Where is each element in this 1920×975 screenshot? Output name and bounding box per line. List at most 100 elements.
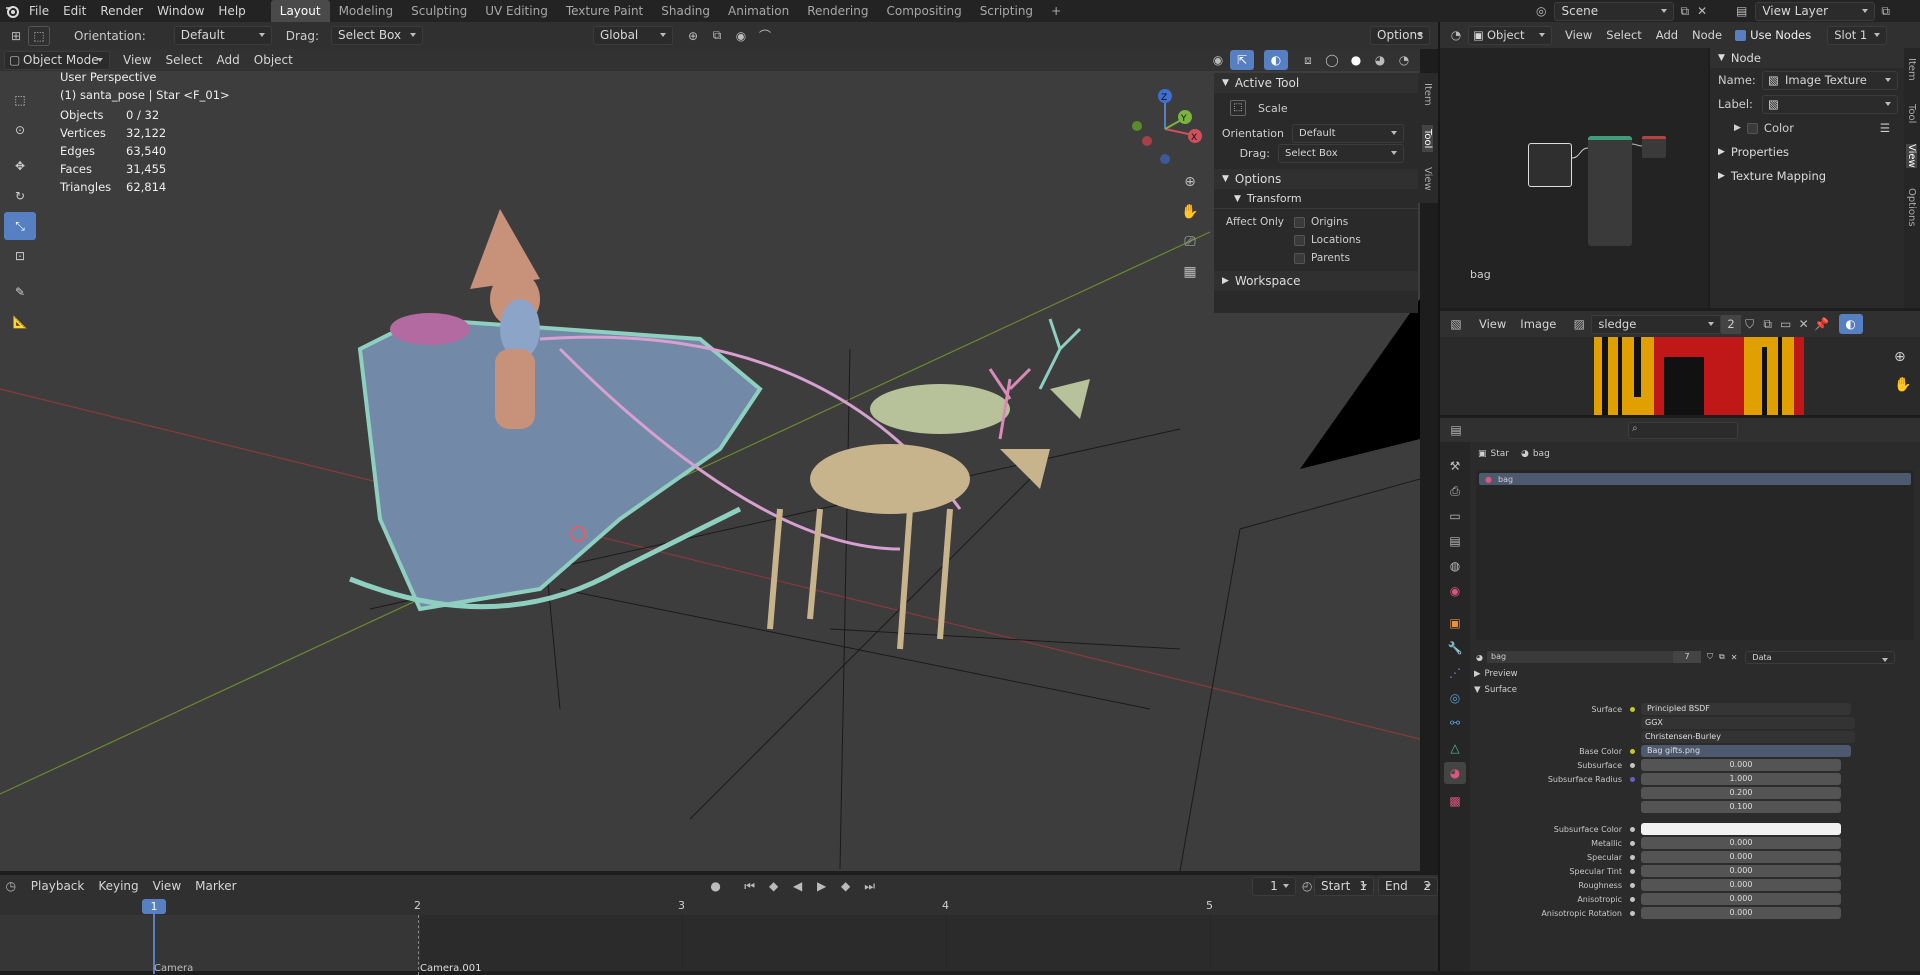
node-canvas[interactable]: bag	[1440, 48, 1708, 308]
tab-shading[interactable]: Shading	[652, 0, 719, 22]
rendered-shading-icon[interactable]: ◔	[1392, 50, 1416, 70]
socket-icon[interactable]	[1630, 826, 1635, 832]
property-number-field[interactable]: 0.200	[1641, 787, 1841, 799]
property-dropdown[interactable]: Christensen-Burley	[1641, 731, 1855, 743]
preview-panel-header[interactable]: ▶ Preview	[1470, 666, 1920, 682]
socket-icon[interactable]	[1630, 882, 1635, 888]
editor-type-icon[interactable]: ⊞	[4, 26, 28, 46]
record-icon[interactable]: ●	[704, 876, 728, 896]
rotate-tool-icon[interactable]: ↻	[4, 182, 36, 210]
new-material-icon[interactable]: ⧉	[1719, 652, 1725, 662]
tab-scripting[interactable]: Scripting	[971, 0, 1042, 22]
object-data-icon[interactable]: △	[1444, 737, 1466, 759]
socket-icon[interactable]	[1630, 706, 1635, 712]
add-workspace-button[interactable]: +	[1042, 0, 1070, 22]
affect-parents-checkbox[interactable]	[1294, 252, 1305, 264]
timeline-editor-icon[interactable]: ◷	[4, 876, 18, 896]
node-menu-node[interactable]: Node	[1685, 25, 1729, 45]
drag-dropdown[interactable]: Select Box	[1278, 143, 1404, 163]
tab-sculpting[interactable]: Sculpting	[402, 0, 476, 22]
tab-tool[interactable]: Tool	[1906, 104, 1917, 123]
jump-end-icon[interactable]: ⏭	[858, 876, 882, 896]
node-menu-add[interactable]: Add	[1649, 25, 1685, 45]
scene-selector[interactable]: Scene	[1554, 1, 1675, 21]
menu-render[interactable]: Render	[93, 1, 150, 21]
solid-shading-icon[interactable]: ●	[1344, 50, 1368, 70]
cursor-tool-icon[interactable]: ⊙	[4, 116, 36, 144]
socket-icon[interactable]	[1630, 840, 1635, 846]
active-tool-panel-header[interactable]: ▼ Active Tool	[1214, 73, 1418, 93]
next-keyframe-icon[interactable]: ◆	[834, 876, 858, 896]
property-number-field[interactable]: 0.000	[1641, 865, 1841, 877]
measure-tool-icon[interactable]: 📐	[4, 308, 36, 336]
timeline-area[interactable]: 2 3 4 5 1 Camera Camera.001	[0, 897, 1438, 975]
material-slot-list[interactable]: ● bag	[1476, 470, 1914, 640]
property-number-field[interactable]: 0.100	[1641, 801, 1841, 813]
orientation-dropdown[interactable]: Default	[1292, 123, 1404, 143]
affect-origins-option[interactable]: Origins	[1294, 213, 1361, 231]
pan-hand-icon[interactable]: ✋	[1178, 197, 1202, 227]
material-icon[interactable]: ◕	[1444, 762, 1466, 784]
tool-settings-icon[interactable]: ⚒	[1444, 455, 1466, 477]
menu-window[interactable]: Window	[150, 1, 211, 21]
view-layer-icon[interactable]: ▤	[1736, 4, 1747, 18]
color-checkbox[interactable]	[1746, 122, 1758, 134]
timeline-menu-keying[interactable]: Keying	[91, 876, 145, 896]
affect-origins-checkbox[interactable]	[1294, 216, 1305, 228]
tab-layout[interactable]: Layout	[270, 0, 330, 22]
material-shading-icon[interactable]: ◕	[1368, 50, 1392, 70]
new-scene-icon[interactable]: ⧉	[1680, 4, 1689, 19]
new-image-icon[interactable]: ⧉	[1759, 314, 1777, 334]
tab-tool[interactable]: Tool	[1422, 125, 1433, 153]
tab-compositing[interactable]: Compositing	[877, 0, 970, 22]
socket-icon[interactable]	[1630, 776, 1635, 782]
scale-tool-icon[interactable]: ⤡	[4, 212, 36, 240]
affect-locations-checkbox[interactable]	[1294, 234, 1305, 246]
socket-icon[interactable]	[1630, 854, 1635, 860]
node-label-field[interactable]: ▧	[1762, 94, 1898, 114]
material-slot-item[interactable]: ● bag	[1479, 473, 1911, 485]
transform-orientation-dropdown[interactable]: Global	[592, 26, 673, 45]
use-nodes-checkbox[interactable]	[1735, 29, 1747, 41]
viewport-menu-select[interactable]: Select	[158, 50, 209, 70]
scene-icon[interactable]: ◎	[1536, 4, 1546, 18]
fake-user-icon[interactable]: ⛉	[1741, 314, 1759, 334]
mode-dropdown[interactable]: ▢ Object Mode	[4, 50, 110, 70]
image-users-count[interactable]: 2	[1721, 314, 1741, 334]
new-view-layer-icon[interactable]: ⧉	[1881, 4, 1890, 19]
delete-scene-icon[interactable]: ✕	[1697, 4, 1707, 18]
image-canvas[interactable]: ⊕ ✋	[1440, 337, 1920, 415]
snap-icon[interactable]: ⧉	[705, 26, 729, 46]
modifier-icon[interactable]: 🔧	[1444, 637, 1466, 659]
viewport-menu-view[interactable]: View	[116, 50, 158, 70]
property-dropdown[interactable]: GGX	[1641, 717, 1855, 729]
wireframe-shading-icon[interactable]: ◯	[1320, 50, 1344, 70]
surface-panel-header[interactable]: ▼ Surface	[1470, 682, 1920, 698]
pin-icon[interactable]: 📌	[1813, 314, 1831, 334]
current-frame-field[interactable]: 1	[1251, 876, 1297, 896]
zoom-icon[interactable]: ⊕	[1894, 349, 1906, 365]
image-menu-image[interactable]: Image	[1513, 314, 1563, 334]
slot-dropdown[interactable]: Slot 1	[1827, 25, 1888, 45]
select-box-tool-icon[interactable]: ⬚	[4, 86, 36, 114]
image-name-field[interactable]: sledge	[1591, 314, 1722, 334]
options-panel-header[interactable]: ▼ Options	[1214, 169, 1418, 189]
3d-viewport[interactable]: User Perspective (1) santa_pose | Star <…	[0, 49, 1420, 871]
blender-logo-icon[interactable]	[2, 1, 22, 21]
playhead[interactable]: 1	[142, 899, 166, 914]
view-layer-icon[interactable]: ▤	[1444, 530, 1466, 552]
pan-hand-icon[interactable]: ✋	[1894, 377, 1911, 393]
property-number-field[interactable]: 0.000	[1641, 879, 1841, 891]
marker-camera-001[interactable]: Camera.001	[420, 963, 482, 974]
link-data-dropdown[interactable]: Data	[1745, 650, 1896, 664]
node-name-field[interactable]: ▧ Image Texture	[1762, 70, 1898, 90]
material-name-field[interactable]: bag	[1486, 651, 1673, 663]
viewport-menu-add[interactable]: Add	[210, 50, 247, 70]
property-number-field[interactable]: 1.000	[1641, 773, 1841, 785]
texture-mapping-panel-header[interactable]: ▶ Texture Mapping	[1710, 166, 1904, 186]
tab-item[interactable]: Item	[1422, 83, 1433, 106]
node-menu-select[interactable]: Select	[1599, 25, 1648, 45]
material-browse-icon[interactable]: ◕	[1476, 653, 1483, 662]
socket-icon[interactable]	[1630, 868, 1635, 874]
menu-help[interactable]: Help	[211, 1, 252, 21]
